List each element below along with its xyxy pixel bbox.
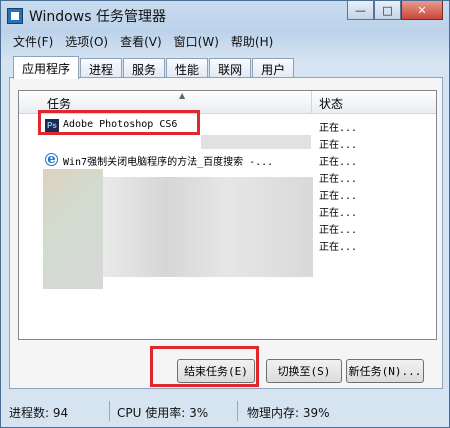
menu-window[interactable]: 窗口(W) xyxy=(168,31,225,51)
task-list[interactable]: ▲ 任务 状态 Ps Adobe Photoshop CS6 正在... 正在.… xyxy=(18,90,437,340)
task-row[interactable]: e Win7强制关闭电脑程序的方法_百度搜索 -... 正在... xyxy=(19,151,436,168)
column-header-status[interactable]: 状态 xyxy=(319,95,343,112)
task-status: 正在... xyxy=(319,191,358,202)
tab-applications[interactable]: 应用程序 xyxy=(13,56,80,79)
task-status: 正在... xyxy=(319,157,358,168)
ie-icon: e xyxy=(45,152,58,167)
redacted-region xyxy=(103,177,313,277)
task-status: 正在... xyxy=(319,174,358,185)
task-name: Win7强制关闭电脑程序的方法_百度搜索 -... xyxy=(63,157,274,168)
menu-bar: 文件(F) 选项(O) 查看(V) 窗口(W) 帮助(H) xyxy=(7,31,443,51)
tab-services[interactable]: 服务 xyxy=(123,58,166,79)
tab-processes[interactable]: 进程 xyxy=(80,58,123,79)
task-status: 正在... xyxy=(319,140,358,151)
applications-panel: ▲ 任务 状态 Ps Adobe Photoshop CS6 正在... 正在.… xyxy=(9,77,443,389)
highlight-box-end-task xyxy=(150,346,259,387)
task-status: 正在... xyxy=(319,225,358,236)
tab-strip: 应用程序 进程 服务 性能 联网 用户 xyxy=(13,56,295,79)
menu-options[interactable]: 选项(O) xyxy=(59,31,114,51)
process-count: 进程数: 94 xyxy=(9,406,69,420)
tab-networking[interactable]: 联网 xyxy=(209,58,252,79)
window-title: Windows 任务管理器 xyxy=(29,9,166,25)
task-status: 正在... xyxy=(319,123,358,134)
redacted-region xyxy=(201,135,311,149)
task-manager-icon xyxy=(7,8,23,24)
tab-performance[interactable]: 性能 xyxy=(166,58,209,79)
title-bar[interactable]: Windows 任务管理器 — □ ✕ xyxy=(1,1,449,31)
cpu-usage: CPU 使用率: 3% xyxy=(117,406,209,420)
status-bar: 进程数: 94 CPU 使用率: 3% 物理内存: 39% xyxy=(1,397,449,427)
maximize-button[interactable]: □ xyxy=(374,1,401,20)
task-status: 正在... xyxy=(319,242,358,253)
highlight-box-photoshop xyxy=(38,110,200,135)
column-divider[interactable] xyxy=(311,91,312,113)
task-manager-window: Windows 任务管理器 — □ ✕ 文件(F) 选项(O) 查看(V) 窗口… xyxy=(0,0,450,428)
status-divider xyxy=(109,401,110,421)
close-button[interactable]: ✕ xyxy=(401,1,443,20)
task-status: 正在... xyxy=(319,208,358,219)
redacted-region xyxy=(43,169,103,289)
memory-usage: 物理内存: 39% xyxy=(247,406,330,420)
tab-users[interactable]: 用户 xyxy=(252,58,295,79)
switch-to-button[interactable]: 切换至(S) xyxy=(266,359,342,383)
status-divider xyxy=(237,401,238,421)
sort-arrow-icon: ▲ xyxy=(179,91,186,100)
menu-view[interactable]: 查看(V) xyxy=(114,31,168,51)
new-task-button[interactable]: 新任务(N)... xyxy=(346,359,424,383)
menu-file[interactable]: 文件(F) xyxy=(7,31,59,51)
menu-help[interactable]: 帮助(H) xyxy=(225,31,279,51)
minimize-button[interactable]: — xyxy=(347,1,374,20)
